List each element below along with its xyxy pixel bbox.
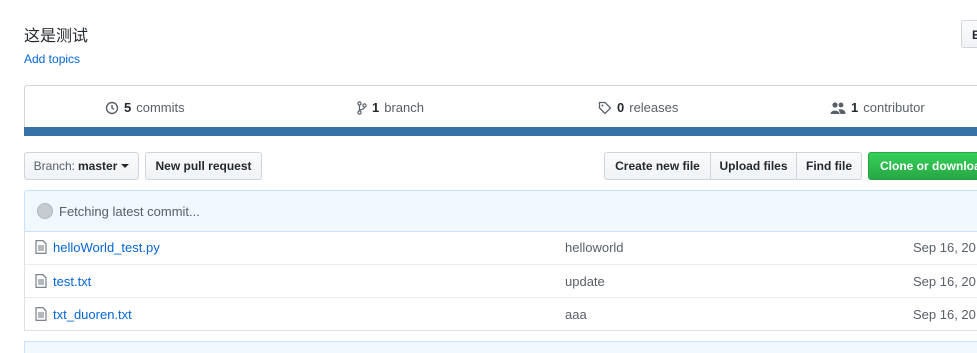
releases-count: 0 <box>617 100 625 115</box>
branches-stat[interactable]: 1 branch <box>357 100 424 115</box>
file-name-link[interactable]: test.txt <box>53 274 91 289</box>
edit-button[interactable]: E <box>961 20 977 48</box>
branch-name: master <box>78 159 118 173</box>
add-topics-link[interactable]: Add topics <box>24 52 80 66</box>
file-text-icon <box>35 307 47 321</box>
commits-count: 5 <box>124 100 132 115</box>
commit-message-link[interactable]: update <box>565 274 605 289</box>
table-row: test.txt update Sep 16, 20 <box>25 264 977 297</box>
file-age: Sep 16, 20 <box>913 240 976 255</box>
contributors-stat[interactable]: 1 contributor <box>830 100 925 115</box>
language-bar <box>24 127 977 136</box>
avatar <box>37 203 53 219</box>
clone-download-button[interactable]: Clone or download <box>868 152 977 180</box>
create-new-file-button[interactable]: Create new file <box>604 152 711 180</box>
file-text-icon <box>35 274 47 288</box>
chevron-down-icon <box>121 164 130 168</box>
contributors-count: 1 <box>851 100 859 115</box>
branch-prefix: Branch: <box>33 159 75 173</box>
branch-select-button[interactable]: Branch: master <box>24 152 139 180</box>
file-name-link[interactable]: helloWorld_test.py <box>53 240 160 255</box>
commit-tease: Fetching latest commit... <box>24 190 977 232</box>
commit-message-link[interactable]: helloworld <box>565 240 624 255</box>
commit-message-link[interactable]: aaa <box>565 307 587 322</box>
people-icon <box>830 101 846 114</box>
file-table: helloWorld_test.py helloworld Sep 16, 20… <box>24 231 977 331</box>
releases-stat[interactable]: 0 releases <box>598 100 678 115</box>
git-branch-icon <box>357 100 367 115</box>
file-age: Sep 16, 20 <box>913 307 976 322</box>
table-row: helloWorld_test.py helloworld Sep 16, 20 <box>25 231 977 264</box>
commits-stat[interactable]: 5 commits <box>105 100 185 115</box>
tag-icon <box>598 101 612 114</box>
releases-label: releases <box>629 100 679 115</box>
table-row: txt_duoren.txt aaa Sep 16, 20 <box>25 297 977 330</box>
contributors-label: contributor <box>863 100 925 115</box>
new-pull-request-button[interactable]: New pull request <box>145 152 262 180</box>
repository-page: 这是测试 Add topics E 5 commits 1 branch 0 r… <box>0 0 977 353</box>
file-age: Sep 16, 20 <box>913 274 976 289</box>
file-name-link[interactable]: txt_duoren.txt <box>53 307 132 322</box>
upload-files-button[interactable]: Upload files <box>710 152 797 180</box>
file-text-icon <box>35 240 47 254</box>
commits-label: commits <box>136 100 185 115</box>
branches-count: 1 <box>372 100 380 115</box>
find-file-button[interactable]: Find file <box>796 152 862 180</box>
readme-header <box>24 341 977 353</box>
history-icon <box>105 101 119 114</box>
commit-tease-text: Fetching latest commit... <box>59 203 200 219</box>
repo-description: 这是测试 <box>24 28 89 45</box>
branches-label: branch <box>384 100 424 115</box>
